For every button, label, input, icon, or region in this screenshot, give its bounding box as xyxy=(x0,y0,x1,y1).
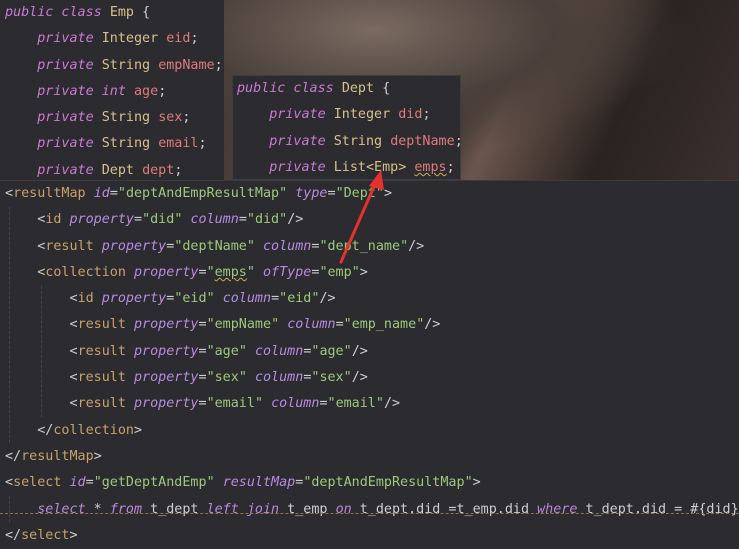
emp-field-line: private int age; xyxy=(37,83,167,99)
indent-guide xyxy=(9,207,10,443)
sql-warning-underline xyxy=(0,513,739,514)
dept-field-line: private Integer did; xyxy=(269,107,431,123)
dept-field-line: private List<Emp> emps; xyxy=(269,159,455,175)
dept-field-line: private String deptName; xyxy=(269,133,463,149)
resultmap-open-line: <resultMap id="deptAndEmpResultMap" type… xyxy=(5,186,392,201)
sql-line: select * from t_dept left join t_emp on … xyxy=(37,501,739,517)
collection-result-line: <result property="empName" column="emp_n… xyxy=(69,317,441,333)
resultmap-close-line: </resultMap> xyxy=(5,448,102,464)
collection-result-line: <result property="age" column="age"/> xyxy=(69,343,368,359)
emp-field-line: private String email; xyxy=(37,136,207,152)
id-line: <id property="did" column="did"/> xyxy=(37,212,304,228)
dept-class-header: public class Dept { xyxy=(237,81,391,96)
result-line: <result property="deptName" column="dept… xyxy=(37,238,425,254)
emp-class-header: public class Emp { xyxy=(5,5,151,20)
mapper-xml-code: <resultMap id="deptAndEmpResultMap" type… xyxy=(0,180,739,543)
emp-field-line: private Integer eid; xyxy=(37,31,199,47)
emp-field-line: private String empName; xyxy=(37,57,223,73)
select-close-line: </select> xyxy=(5,527,78,543)
dept-class-code: public class Dept { private Integer did;… xyxy=(232,75,463,180)
collection-result-line: <result property="email" column="email"/… xyxy=(69,396,401,412)
collection-close-line: </collection> xyxy=(37,422,143,438)
indent-guide xyxy=(9,496,10,522)
collection-result-line: <result property="sex" column="sex"/> xyxy=(69,370,368,386)
collection-id-line: <id property="eid" column="eid"/> xyxy=(69,291,336,307)
collection-open-line: <collection property="emps" ofType="emp"… xyxy=(37,264,368,280)
emp-field-line: private String sex; xyxy=(37,110,191,126)
select-open-line: <select id="getDeptAndEmp" resultMap="de… xyxy=(5,475,481,491)
emp-class-code: public class Emp { private Integer eid; … xyxy=(0,0,224,180)
indent-guide xyxy=(41,286,42,417)
